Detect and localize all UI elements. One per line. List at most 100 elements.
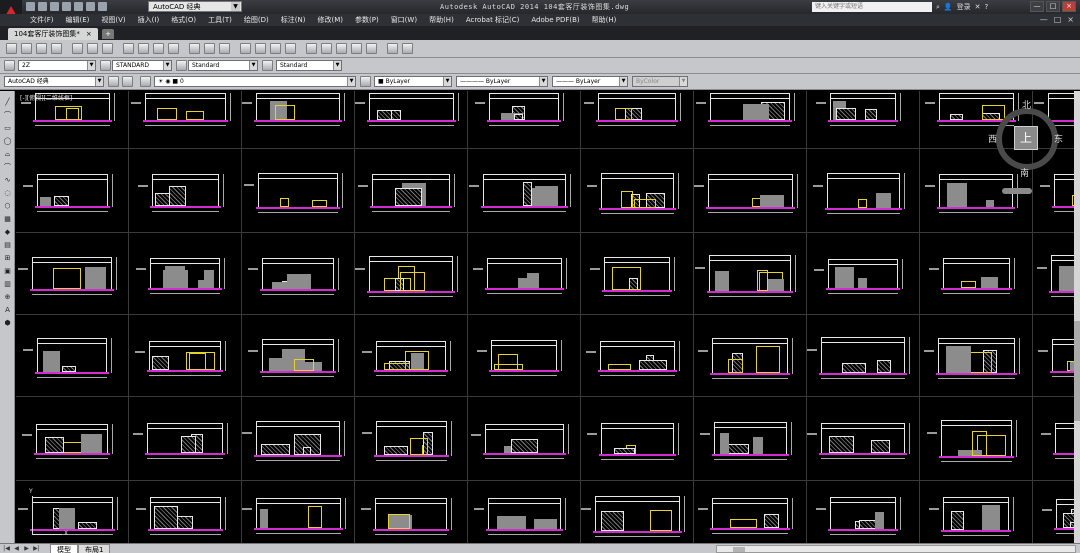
text-style-select[interactable]: STANDARD ▼ bbox=[112, 60, 172, 71]
multiline-text-icon[interactable]: A bbox=[2, 305, 13, 315]
compass-north[interactable]: 北 bbox=[1022, 98, 1031, 111]
region-icon[interactable]: ◆ bbox=[2, 227, 13, 237]
menu-file[interactable]: 文件(F) bbox=[30, 15, 54, 25]
design-center-icon[interactable] bbox=[321, 43, 332, 54]
tab-layout1[interactable]: 布局1 bbox=[78, 544, 111, 553]
undo-icon[interactable] bbox=[86, 2, 95, 11]
match-properties-icon[interactable] bbox=[168, 43, 179, 54]
vertical-scrollbar[interactable] bbox=[1074, 91, 1080, 543]
menu-dimension[interactable]: 标注(N) bbox=[281, 15, 306, 25]
block-editor-icon[interactable] bbox=[189, 43, 200, 54]
menu-edit[interactable]: 编辑(E) bbox=[66, 15, 90, 25]
horizontal-scrollbar[interactable] bbox=[716, 545, 1076, 553]
menu-acrobat[interactable]: Acrobat 标记(C) bbox=[466, 15, 520, 25]
help-icon[interactable]: ? bbox=[985, 3, 989, 11]
hatch-icon[interactable]: ▦ bbox=[2, 214, 13, 224]
3d-print-icon[interactable] bbox=[102, 43, 113, 54]
menu-help[interactable]: 帮助(H) bbox=[429, 15, 454, 25]
sheet-set-icon[interactable] bbox=[351, 43, 362, 54]
quickcalc-icon[interactable] bbox=[387, 43, 398, 54]
dim-style-icon[interactable] bbox=[100, 60, 111, 71]
zoom-realtime-icon[interactable] bbox=[255, 43, 266, 54]
menu-view[interactable]: 视图(V) bbox=[101, 15, 125, 25]
compass-south[interactable]: 南 bbox=[1020, 166, 1029, 179]
copy-icon[interactable] bbox=[138, 43, 149, 54]
gradient-icon[interactable]: ⊕ bbox=[2, 292, 13, 302]
line-icon[interactable]: ╱ bbox=[2, 97, 13, 107]
minimize-button[interactable]: — bbox=[1030, 1, 1044, 12]
close-button[interactable]: × bbox=[1062, 1, 1076, 12]
publish-icon[interactable] bbox=[87, 43, 98, 54]
plot-icon[interactable] bbox=[74, 2, 83, 11]
plot-icon[interactable] bbox=[51, 43, 62, 54]
help-icon[interactable] bbox=[402, 43, 413, 54]
doc-restore-button[interactable]: □ bbox=[1054, 15, 1062, 24]
menu-adobe-pdf[interactable]: Adobe PDF(B) bbox=[531, 16, 579, 24]
table-icon[interactable]: ▤ bbox=[2, 240, 13, 250]
workspace-toolbar-select[interactable]: AutoCAD 经典 ▼ bbox=[4, 76, 104, 87]
zoom-window-icon[interactable] bbox=[270, 43, 281, 54]
save-icon[interactable] bbox=[36, 43, 47, 54]
linetype-select[interactable]: ———— ByLayer ▼ bbox=[456, 76, 548, 87]
doc-minimize-button[interactable]: — bbox=[1040, 15, 1048, 24]
new-tab-button[interactable]: + bbox=[102, 29, 114, 39]
menu-tools[interactable]: 工具(T) bbox=[208, 15, 232, 25]
menu-window[interactable]: 窗口(W) bbox=[391, 15, 417, 25]
rectangle-icon[interactable]: ▭ bbox=[2, 123, 13, 133]
viewport-label[interactable]: [-][俯视][二维线框] bbox=[20, 93, 72, 102]
table-style-icon[interactable] bbox=[262, 60, 273, 71]
revision-cloud-icon[interactable]: ⌒ bbox=[2, 162, 13, 172]
compass-east[interactable]: 东 bbox=[1054, 132, 1063, 145]
undo-icon[interactable] bbox=[204, 43, 215, 54]
save-as-icon[interactable] bbox=[62, 2, 71, 11]
table-style-select[interactable]: Standard ▼ bbox=[276, 60, 342, 71]
view-cube[interactable]: 上 北 西 东 南 bbox=[988, 98, 1068, 194]
compass-west[interactable]: 西 bbox=[988, 132, 997, 145]
polyline-icon[interactable]: ◯ bbox=[2, 136, 13, 146]
text-style-icon[interactable] bbox=[4, 60, 15, 71]
next-tab-arrow-icon[interactable]: ▶ bbox=[22, 544, 31, 553]
menu-format[interactable]: 格式(O) bbox=[171, 15, 196, 25]
open-file-icon[interactable] bbox=[38, 2, 47, 11]
paste-icon[interactable] bbox=[153, 43, 164, 54]
polygon-icon[interactable]: ⬡ bbox=[2, 201, 13, 211]
new-file-icon[interactable] bbox=[26, 2, 35, 11]
prev-tab-arrow-icon[interactable]: ◀ bbox=[12, 544, 21, 553]
cut-icon[interactable] bbox=[123, 43, 134, 54]
customize-icon[interactable] bbox=[122, 76, 133, 87]
zoom-previous-icon[interactable] bbox=[285, 43, 296, 54]
tab-model[interactable]: 模型 bbox=[50, 544, 78, 553]
file-tab-active[interactable]: 104套客厅装饰图集* × bbox=[8, 28, 98, 40]
search-input[interactable]: 键入关键字或短语 bbox=[812, 2, 932, 12]
color-select[interactable]: ■ ByLayer ▼ bbox=[374, 76, 452, 87]
view-cube-face[interactable]: 上 bbox=[1014, 126, 1038, 150]
add-selected-icon[interactable]: ⬢ bbox=[2, 318, 13, 328]
search-icon[interactable]: ⌕ bbox=[936, 3, 940, 12]
dimension-style-icon[interactable] bbox=[176, 60, 187, 71]
last-tab-arrow-icon[interactable]: ▶| bbox=[32, 544, 41, 553]
settings-icon[interactable] bbox=[108, 76, 119, 87]
open-icon[interactable] bbox=[21, 43, 32, 54]
maximize-button[interactable]: □ bbox=[1046, 1, 1060, 12]
sign-in-link[interactable]: 登录 bbox=[957, 2, 971, 12]
tool-palettes-icon[interactable] bbox=[336, 43, 347, 54]
spline-icon[interactable]: ∿ bbox=[2, 175, 13, 185]
layer-properties-icon[interactable] bbox=[140, 76, 151, 87]
plot-preview-icon[interactable] bbox=[72, 43, 83, 54]
first-tab-arrow-icon[interactable]: |◀ bbox=[2, 544, 11, 553]
menu-help-2[interactable]: 帮助(H) bbox=[592, 15, 617, 25]
make-block-icon[interactable]: ▣ bbox=[2, 266, 13, 276]
save-icon[interactable] bbox=[50, 2, 59, 11]
exchange-icon[interactable]: ✕ bbox=[975, 3, 981, 11]
redo-icon[interactable] bbox=[98, 2, 107, 11]
menu-draw[interactable]: 绘图(D) bbox=[244, 15, 269, 25]
menu-modify[interactable]: 修改(M) bbox=[317, 15, 343, 25]
wcs-menu[interactable] bbox=[1002, 188, 1032, 194]
close-tab-icon[interactable]: × bbox=[86, 30, 92, 38]
point-icon[interactable]: ▥ bbox=[2, 279, 13, 289]
insert-block-icon[interactable]: ⊞ bbox=[2, 253, 13, 263]
make-current-icon[interactable] bbox=[360, 76, 371, 87]
vertical-scroll-thumb[interactable] bbox=[1074, 321, 1080, 421]
pan-icon[interactable] bbox=[240, 43, 251, 54]
doc-close-button[interactable]: × bbox=[1067, 15, 1074, 24]
